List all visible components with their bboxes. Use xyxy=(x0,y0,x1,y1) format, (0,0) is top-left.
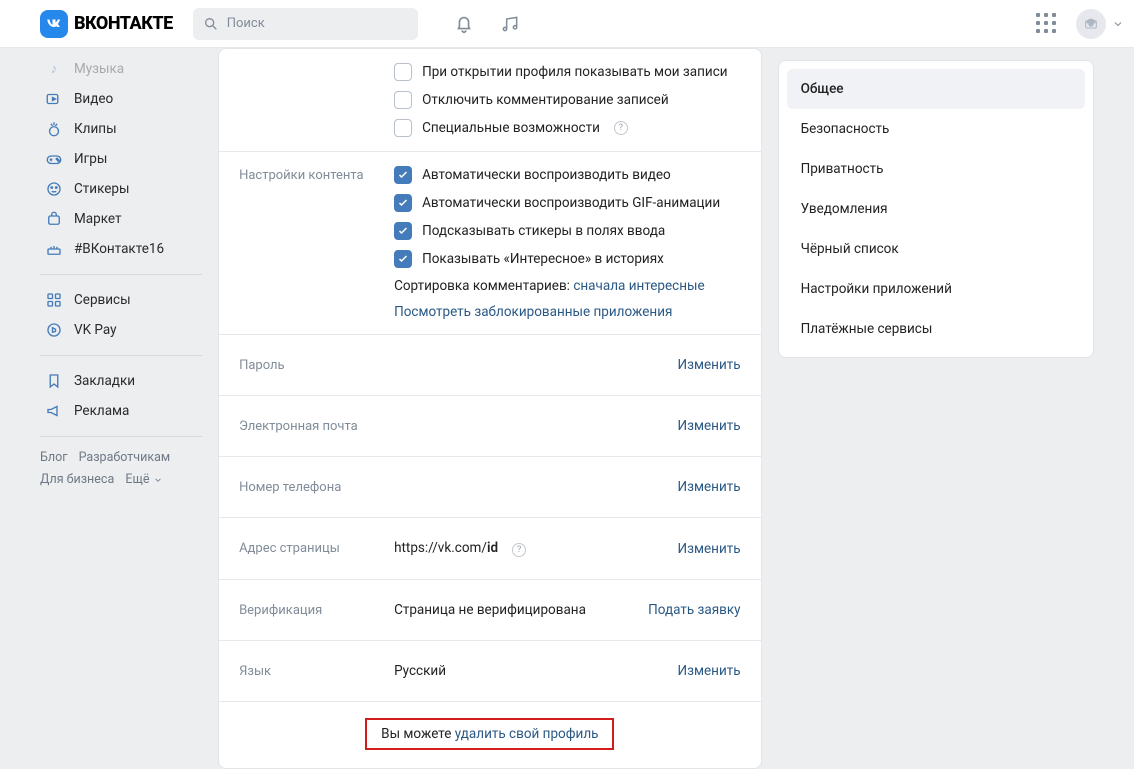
music-icon: ♪ xyxy=(44,59,64,79)
sidebar-item-label: Игры xyxy=(74,151,107,167)
change-url-link[interactable]: Изменить xyxy=(678,541,741,557)
sidebar-item-ads[interactable]: Реклама xyxy=(40,396,202,426)
sidebar-item-stickers[interactable]: Стикеры xyxy=(40,174,202,204)
row-password: Пароль Изменить xyxy=(219,335,761,396)
market-icon xyxy=(44,209,64,229)
option-label: Подсказывать стикеры в полях ввода xyxy=(422,223,665,239)
content-settings-label: Настройки контента xyxy=(239,166,394,183)
row-language: Язык Русский Изменить xyxy=(219,641,761,702)
option-label: Отключить комментирование записей xyxy=(422,92,669,108)
stickers-icon xyxy=(44,179,64,199)
settings-tab-security[interactable]: Безопасность xyxy=(787,109,1085,149)
settings-tab-notifications[interactable]: Уведомления xyxy=(787,189,1085,229)
delete-profile-box: Вы можете удалить свой профиль xyxy=(365,718,614,750)
checkbox-checked-icon xyxy=(394,250,412,268)
verify-apply-link[interactable]: Подать заявку xyxy=(648,602,740,618)
sidebar-item-label: Закладки xyxy=(74,373,135,389)
games-icon xyxy=(44,149,64,169)
brand-text: ВКОНТАКТЕ xyxy=(74,13,173,34)
settings-tab-blacklist[interactable]: Чёрный список xyxy=(787,229,1085,269)
help-icon[interactable]: ? xyxy=(512,543,526,557)
video-icon xyxy=(44,89,64,109)
change-phone-link[interactable]: Изменить xyxy=(678,479,741,495)
sidebar-item-label: #ВКонтакте16 xyxy=(74,241,164,257)
option-accessibility[interactable]: Специальные возможности ? xyxy=(394,119,741,137)
sidebar-item-label: Реклама xyxy=(74,403,129,419)
sidebar-item-market[interactable]: Маркет xyxy=(40,204,202,234)
sidebar-item-label: Сервисы xyxy=(74,292,131,308)
option-label: При открытии профиля показывать мои запи… xyxy=(422,64,728,80)
change-lang-link[interactable]: Изменить xyxy=(678,663,741,679)
checkbox-checked-icon xyxy=(394,194,412,212)
option-label: Автоматически воспроизводить GIF-анимаци… xyxy=(422,195,720,211)
search-icon xyxy=(203,16,219,32)
notifications-icon[interactable] xyxy=(452,12,476,36)
sidebar-item-label: Музыка xyxy=(74,61,124,77)
change-email-link[interactable]: Изменить xyxy=(678,418,741,434)
checkbox-checked-icon xyxy=(394,222,412,240)
sidebar-item-label: Видео xyxy=(74,91,113,107)
row-phone: Номер телефона Изменить xyxy=(219,457,761,518)
sidebar-item-services[interactable]: Сервисы xyxy=(40,285,202,315)
footer-biz[interactable]: Для бизнеса xyxy=(40,472,114,487)
sidebar-item-bookmarks[interactable]: Закладки xyxy=(40,366,202,396)
option-label: Специальные возможности xyxy=(422,120,600,136)
vk-logo-icon xyxy=(40,10,68,38)
footer-blog[interactable]: Блог xyxy=(40,450,67,465)
settings-tab-app-settings[interactable]: Настройки приложений xyxy=(787,269,1085,309)
footer-more[interactable]: Ещё xyxy=(125,472,162,487)
row-url: Адрес страницы https://vk.com/id ? Измен… xyxy=(219,518,761,580)
option-disable-comments[interactable]: Отключить комментирование записей xyxy=(394,91,741,109)
profile-menu[interactable] xyxy=(1076,9,1124,39)
chevron-down-icon xyxy=(1112,18,1124,30)
row-email: Электронная почта Изменить xyxy=(219,396,761,457)
sidebar-item-vkpay[interactable]: VK Pay xyxy=(40,315,202,345)
vkpay-icon xyxy=(44,320,64,340)
checkbox-unchecked-icon xyxy=(394,119,412,137)
option-show-interesting[interactable]: Показывать «Интересное» в историях xyxy=(394,250,741,268)
search-placeholder: Поиск xyxy=(227,16,265,31)
logo[interactable]: ВКОНТАКТЕ xyxy=(40,10,173,38)
avatar xyxy=(1076,9,1106,39)
sidebar-item-video[interactable]: Видео xyxy=(40,84,202,114)
footer-devs[interactable]: Разработчикам xyxy=(79,450,171,465)
comment-sort[interactable]: Сортировка комментариев: сначала интерес… xyxy=(394,278,741,294)
search-input[interactable]: Поиск xyxy=(193,8,418,40)
delete-profile-link[interactable]: удалить свой профиль xyxy=(455,726,599,742)
cake-icon xyxy=(44,239,64,259)
option-auto-video[interactable]: Автоматически воспроизводить видео xyxy=(394,166,741,184)
option-label: Автоматически воспроизводить видео xyxy=(422,167,671,183)
sidebar-item-games[interactable]: Игры xyxy=(40,144,202,174)
clips-icon xyxy=(44,119,64,139)
row-verification: Верификация Страница не верифицирована П… xyxy=(219,580,761,641)
checkbox-unchecked-icon xyxy=(394,91,412,109)
settings-tab-payments[interactable]: Платёжные сервисы xyxy=(787,309,1085,349)
sidebar-item-label: VK Pay xyxy=(74,322,117,338)
sidebar-item-label: Стикеры xyxy=(74,181,129,197)
settings-tab-privacy[interactable]: Приватность xyxy=(787,149,1085,189)
help-icon[interactable]: ? xyxy=(614,121,628,135)
checkbox-checked-icon xyxy=(394,166,412,184)
apps-grid-icon[interactable] xyxy=(1036,13,1058,35)
sort-value-link[interactable]: сначала интересные xyxy=(573,278,704,294)
sidebar-item-label: Маркет xyxy=(74,211,121,227)
bookmark-icon xyxy=(44,371,64,391)
sidebar-item-music[interactable]: ♪ Музыка xyxy=(40,54,202,84)
sidebar-item-vk16[interactable]: #ВКонтакте16 xyxy=(40,234,202,264)
sidebar-item-label: Клипы xyxy=(74,121,117,137)
change-password-link[interactable]: Изменить xyxy=(678,357,741,373)
ads-icon xyxy=(44,401,64,421)
music-player-icon[interactable] xyxy=(498,12,522,36)
checkbox-unchecked-icon xyxy=(394,63,412,81)
blocked-apps-link[interactable]: Посмотреть заблокированные приложения xyxy=(394,304,672,320)
option-auto-gif[interactable]: Автоматически воспроизводить GIF-анимаци… xyxy=(394,194,741,212)
services-icon xyxy=(44,290,64,310)
settings-tab-general[interactable]: Общее xyxy=(787,69,1085,109)
sidebar-item-clips[interactable]: Клипы xyxy=(40,114,202,144)
option-label: Показывать «Интересное» в историях xyxy=(422,251,664,267)
option-show-my-posts[interactable]: При открытии профиля показывать мои запи… xyxy=(394,63,741,81)
option-sticker-hints[interactable]: Подсказывать стикеры в полях ввода xyxy=(394,222,741,240)
